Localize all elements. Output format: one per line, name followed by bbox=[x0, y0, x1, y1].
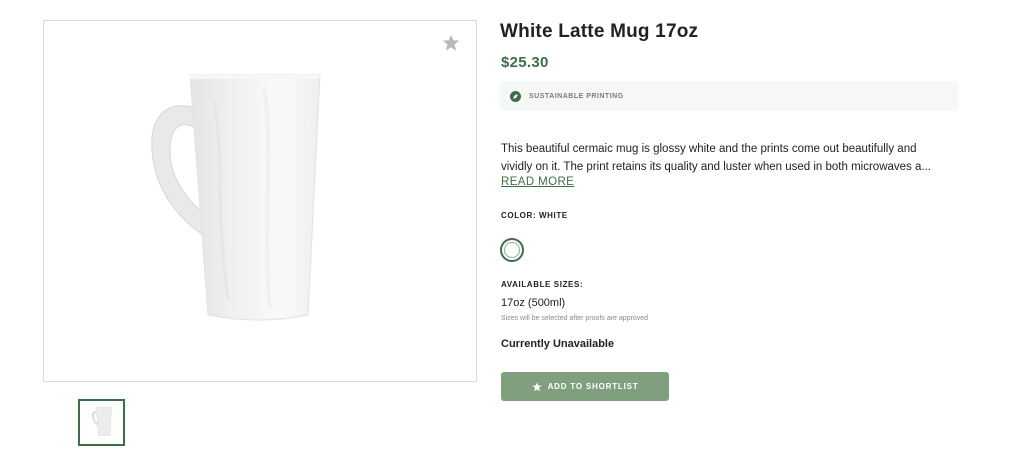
shortlist-button-label: ADD TO SHORTLIST bbox=[547, 382, 639, 391]
sizes-label: AVAILABLE SIZES: bbox=[501, 280, 584, 289]
favorite-star-icon[interactable] bbox=[442, 34, 460, 52]
product-image-frame bbox=[43, 20, 477, 382]
product-price: $25.30 bbox=[501, 54, 549, 71]
sustainable-badge: SUSTAINABLE PRINTING bbox=[500, 81, 958, 111]
size-note: Sizes will be selected after proofs are … bbox=[501, 315, 649, 322]
star-icon bbox=[532, 382, 542, 391]
add-to-shortlist-button[interactable]: ADD TO SHORTLIST bbox=[501, 372, 669, 401]
availability-status: Currently Unavailable bbox=[501, 338, 615, 350]
thumbnail-1[interactable] bbox=[78, 399, 125, 446]
mug-image bbox=[151, 74, 321, 321]
badge-label: SUSTAINABLE PRINTING bbox=[529, 92, 624, 100]
description-line-1: This beautiful cermaic mug is glossy whi… bbox=[501, 143, 917, 155]
leaf-icon bbox=[510, 90, 521, 102]
read-more-link[interactable]: READ MORE bbox=[501, 176, 574, 188]
color-label: COLOR: WHITE bbox=[501, 211, 568, 220]
size-value: 17oz (500ml) bbox=[501, 297, 566, 309]
product-title: White Latte Mug 17oz bbox=[500, 21, 699, 42]
swatch-fill bbox=[504, 242, 520, 258]
color-swatch-white[interactable] bbox=[500, 238, 524, 262]
description-line-2: vividly on it. The print retains its qua… bbox=[501, 161, 931, 173]
mug-thumbnail-image bbox=[91, 406, 112, 436]
product-description: This beautiful cermaic mug is glossy whi… bbox=[501, 140, 961, 176]
